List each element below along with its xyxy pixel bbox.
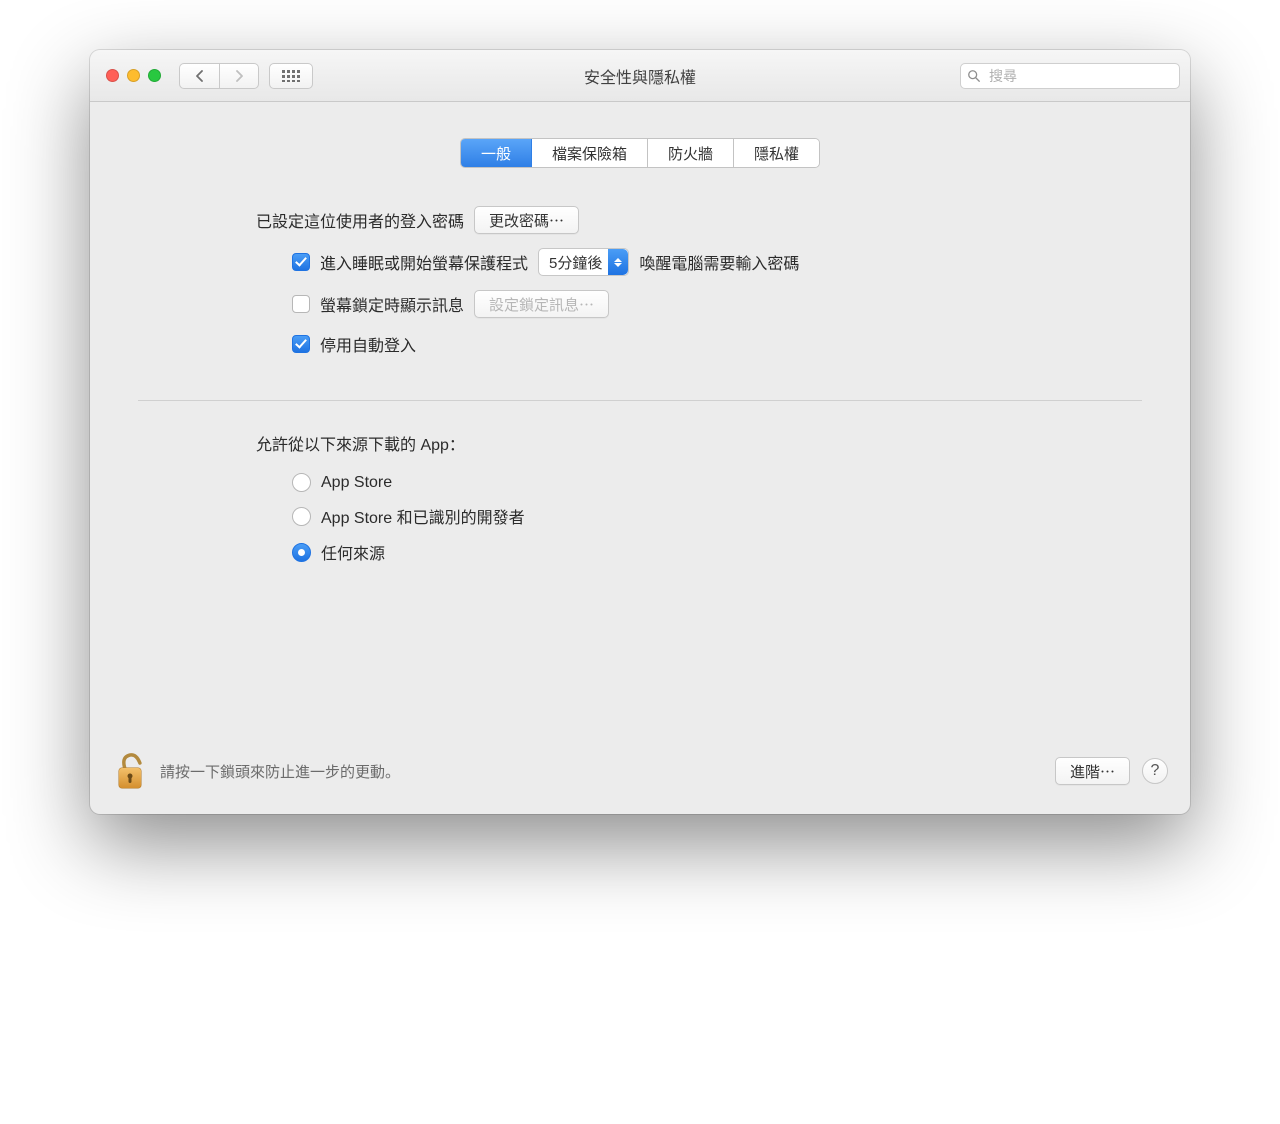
source-identified-radio[interactable] [292,507,311,526]
show-lock-message-label: 螢幕鎖定時顯示訊息 [320,292,464,316]
require-password-prefix: 進入睡眠或開始螢幕保護程式 [320,250,528,274]
source-identified-label: App Store 和已識別的開發者 [321,504,525,528]
search-wrap [960,63,1180,89]
tab-firewall[interactable]: 防火牆 [648,139,734,167]
traffic-lights [106,69,161,82]
lock-hint-text: 請按一下鎖頭來防止進一步的更動。 [160,761,400,782]
lock-icon[interactable] [112,750,148,792]
disable-autologin-label: 停用自動登入 [320,332,416,356]
search-icon [967,69,981,83]
disable-autologin-checkbox[interactable] [292,335,310,353]
require-password-delay-select[interactable]: 5分鐘後 [538,248,629,276]
tab-filevault[interactable]: 檔案保險箱 [532,139,648,167]
nav-buttons [179,63,259,89]
zoom-icon[interactable] [148,69,161,82]
login-password-label: 已設定這位使用者的登入密碼 [256,208,464,232]
tab-privacy[interactable]: 隱私權 [734,139,819,167]
source-appstore-radio[interactable] [292,473,311,492]
source-anywhere-radio[interactable] [292,543,311,562]
close-icon[interactable] [106,69,119,82]
download-from-label: 允許從以下來源下載的 App： [256,431,1092,455]
preferences-window: 安全性與隱私權 一般 檔案保險箱 防火牆 隱私權 已設定這位使用者的登入密碼 更… [90,50,1190,814]
source-anywhere-label: 任何來源 [321,540,385,564]
source-appstore-label: App Store [321,474,392,492]
change-password-button[interactable]: 更改密碼⋯ [474,206,579,234]
require-password-delay-value: 5分鐘後 [549,252,602,273]
advanced-button[interactable]: 進階⋯ [1055,757,1130,785]
tabs: 一般 檔案保險箱 防火牆 隱私權 [128,138,1152,168]
help-button[interactable]: ? [1142,758,1168,784]
show-all-button[interactable] [269,63,313,89]
minimize-icon[interactable] [127,69,140,82]
set-lock-message-button: 設定鎖定訊息⋯ [474,290,609,318]
require-password-checkbox[interactable] [292,253,310,271]
show-lock-message-checkbox[interactable] [292,295,310,313]
download-section: 允許從以下來源下載的 App： App Store App Store 和已識別… [128,431,1152,564]
footer: 請按一下鎖頭來防止進一步的更動。 進階⋯ ? [90,734,1190,814]
require-password-suffix: 喚醒電腦需要輸入密碼 [639,250,799,274]
select-arrows-icon [608,249,628,275]
forward-button[interactable] [219,63,259,89]
content: 一般 檔案保險箱 防火牆 隱私權 已設定這位使用者的登入密碼 更改密碼⋯ 進入睡… [90,102,1190,594]
divider [138,400,1142,401]
back-button[interactable] [179,63,219,89]
login-section: 已設定這位使用者的登入密碼 更改密碼⋯ 進入睡眠或開始螢幕保護程式 5分鐘後 喚… [128,206,1152,356]
search-input[interactable] [960,63,1180,89]
tab-general[interactable]: 一般 [461,139,532,167]
titlebar: 安全性與隱私權 [90,50,1190,102]
grid-icon [282,70,300,82]
